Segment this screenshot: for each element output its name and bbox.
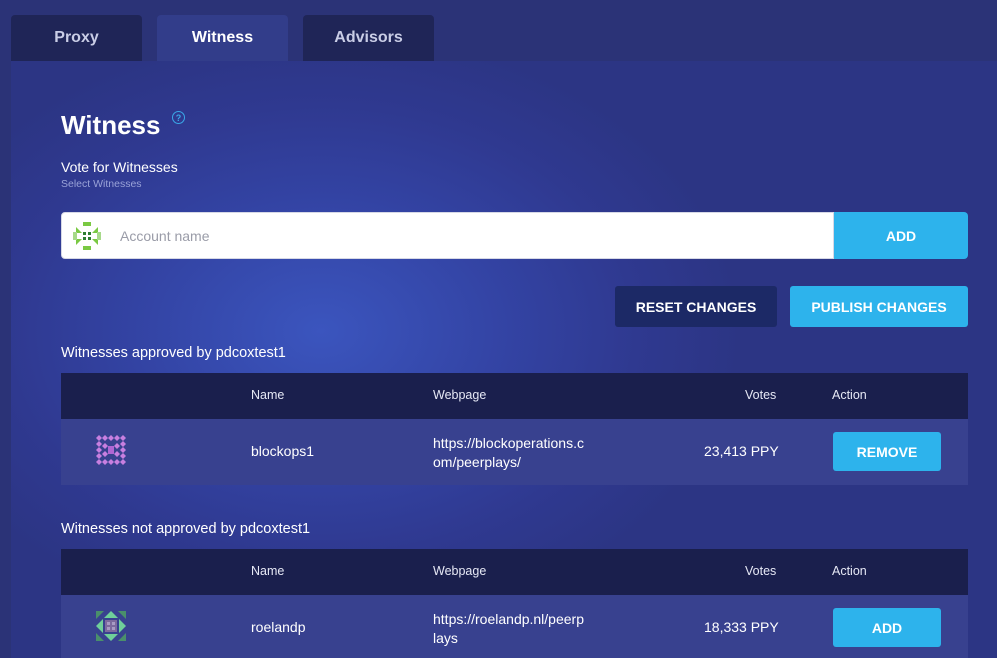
remove-witness-button[interactable]: REMOVE (833, 432, 941, 471)
webpage-line: https://roelandp.nl/peerp (433, 611, 584, 627)
webpage-line: om/peerplays/ (433, 454, 521, 470)
section-hint: Select Witnesses (61, 178, 142, 190)
witness-webpage-link[interactable]: https://blockoperations.c om/peerplays/ (433, 434, 608, 472)
tab-advisors[interactable]: Advisors (303, 15, 434, 61)
approved-table: Name Webpage Votes Action blockops1 http… (61, 373, 968, 485)
not-approved-section-label: Witnesses not approved by pdcoxtest1 (61, 521, 311, 537)
column-header-webpage: Webpage (433, 388, 487, 402)
webpage-line: lays (433, 630, 458, 646)
publish-changes-button[interactable]: PUBLISH CHANGES (790, 286, 968, 327)
account-search (61, 212, 834, 259)
table-row: blockops1 https://blockoperations.c om/p… (61, 419, 968, 485)
identicon-avatar-icon (96, 435, 126, 465)
column-header-name: Name (251, 564, 285, 578)
account-name-input[interactable] (120, 213, 820, 258)
tab-label: Proxy (54, 29, 99, 46)
webpage-line: https://blockoperations.c (433, 435, 584, 451)
table-header: Name Webpage Votes Action (61, 373, 968, 419)
tab-label: Witness (191, 29, 254, 46)
tab-witness[interactable]: Witness (157, 15, 288, 61)
table-header: Name Webpage Votes Action (61, 549, 968, 595)
add-witness-button[interactable]: ADD (833, 608, 941, 647)
witness-name: blockops1 (251, 443, 315, 459)
column-header-votes: Votes (745, 564, 777, 578)
witness-votes: 23,413 PPY (704, 443, 779, 459)
column-header-votes: Votes (745, 388, 777, 402)
identicon-avatar-icon (73, 222, 101, 250)
witness-webpage-link[interactable]: https://roelandp.nl/peerp lays (433, 610, 608, 648)
approved-section-label: Witnesses approved by pdcoxtest1 (61, 345, 286, 361)
witness-votes: 18,333 PPY (704, 619, 779, 635)
table-row: roelandp https://roelandp.nl/peerp lays … (61, 595, 968, 658)
reset-changes-button[interactable]: RESET CHANGES (615, 286, 777, 327)
column-header-name: Name (251, 388, 285, 402)
not-approved-table: Name Webpage Votes Action roelandp https… (61, 549, 968, 658)
section-subtitle: Vote for Witnesses (61, 159, 178, 175)
add-account-button[interactable]: ADD (834, 212, 968, 259)
column-header-action: Action (832, 388, 867, 402)
column-header-action: Action (832, 564, 867, 578)
column-header-webpage: Webpage (433, 564, 487, 578)
tab-proxy[interactable]: Proxy (11, 15, 142, 61)
witness-name: roelandp (251, 619, 306, 635)
page-title: Witness (61, 110, 161, 140)
help-icon[interactable]: ? (172, 111, 185, 124)
tab-label: Advisors (334, 29, 403, 46)
identicon-avatar-icon (96, 611, 126, 641)
